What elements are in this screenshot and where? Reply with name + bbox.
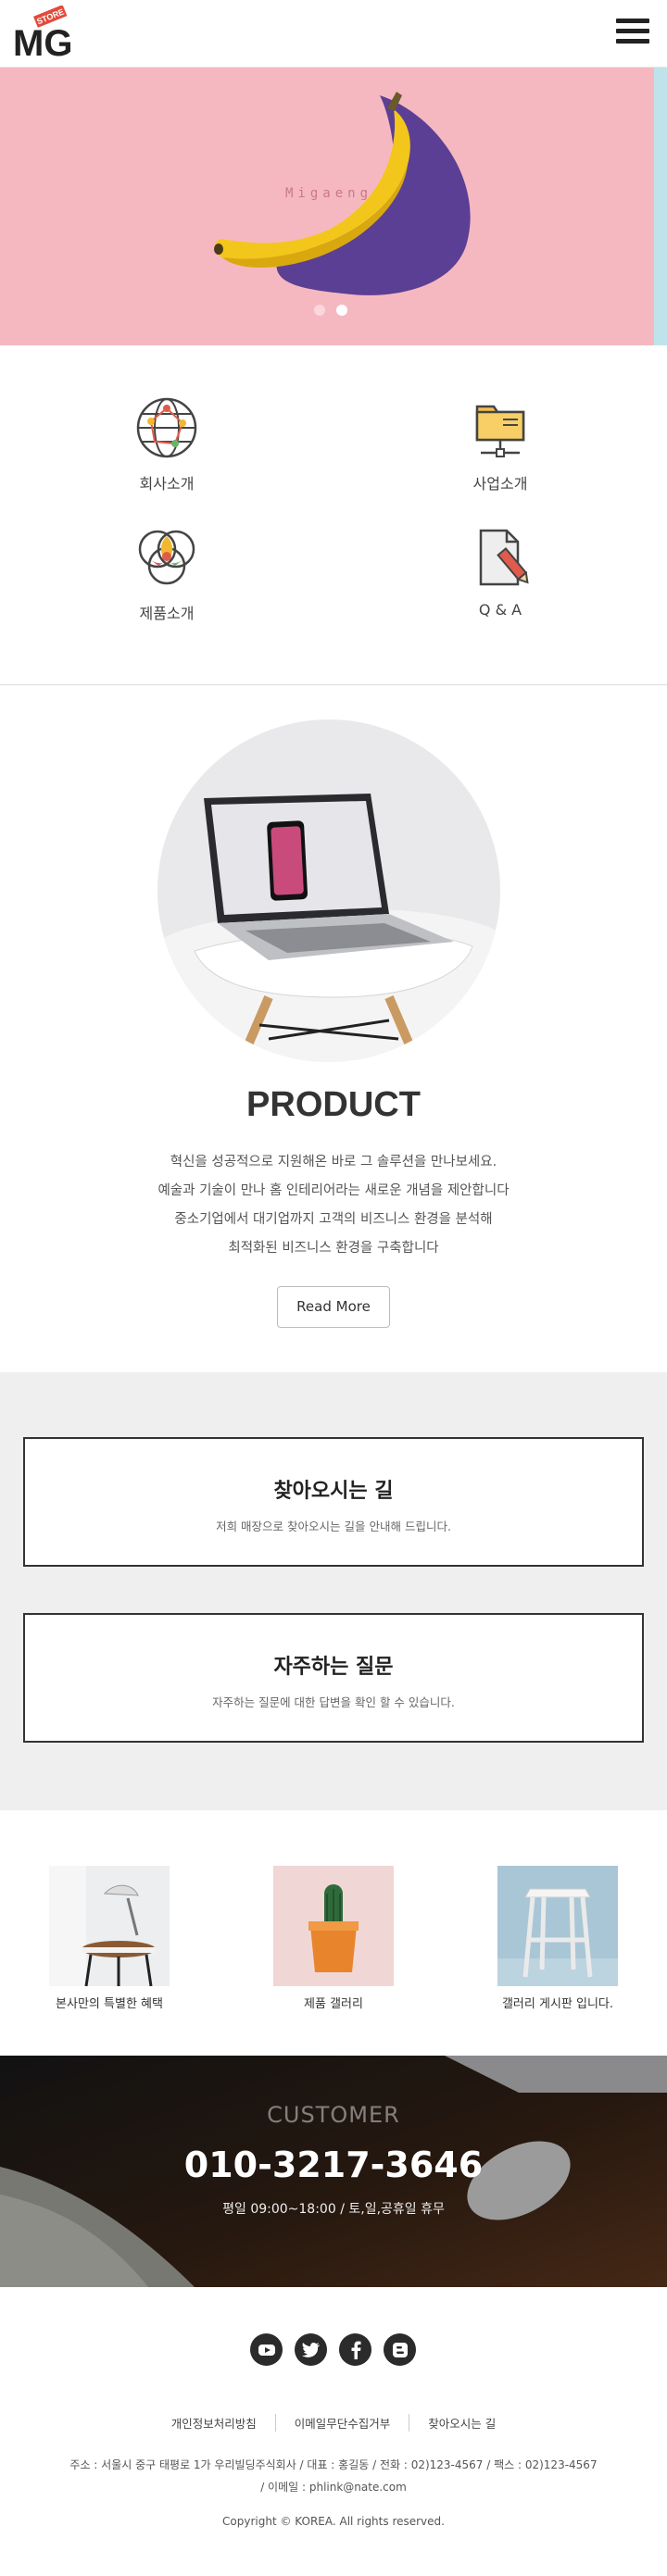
gallery-label: 본사만의 특별한 혜택 (56, 1997, 163, 2011)
customer-label: CUSTOMER (267, 2102, 400, 2128)
privacy-policy-link[interactable]: 개인정보처리방침 (153, 2414, 275, 2432)
address-line: 주소 : 서울시 중구 태평로 1가 우리빌딩주식회사 / 대표 : 홍길동 /… (69, 2458, 598, 2471)
site-footer: 개인정보처리방침 이메일무단수집거부 찾아오시는 길 주소 : 서울시 중구 태… (0, 2287, 667, 2576)
box-subtitle: 자주하는 질문에 대한 답변을 확인 할 수 있습니다. (212, 1695, 455, 1709)
venn-diagram-icon (138, 530, 195, 585)
quick-item-label: 회사소개 (139, 475, 195, 493)
folder-network-icon (475, 405, 525, 457)
hero-slider: Migaeng (0, 68, 667, 345)
gallery-thumb-cactus (273, 1866, 394, 1986)
gallery-item-products[interactable]: 제품 갤러리 (259, 1866, 408, 2011)
product-section: PRODUCT 혁신을 성공적으로 지원해온 바로 그 솔루션을 만나보세요. … (0, 685, 667, 1372)
gallery-thumb-lamp (49, 1866, 170, 1986)
gallery-section: 본사만의 특별한 혜택 제품 갤러리 갤러리 게시판 입니다. (0, 1810, 667, 2056)
footer-address: 주소 : 서울시 중구 태평로 1가 우리빌딩주식회사 / 대표 : 홍길동 /… (0, 2454, 667, 2498)
directions-link[interactable]: 찾아오시는 길 (409, 2414, 514, 2432)
email-line: / 이메일 : phlink@nate.com (260, 2481, 407, 2494)
box-title: 자주하는 질문 (273, 1656, 394, 1679)
footer-links: 개인정보처리방침 이메일무단수집거부 찾아오시는 길 (0, 2414, 667, 2432)
product-line: 중소기업에서 대기업까지 고객의 비즈니스 환경을 분석해 (174, 1212, 493, 1227)
facebook-icon[interactable] (339, 2333, 371, 2366)
menu-button[interactable] (616, 19, 649, 46)
quick-item-label: 사업소개 (472, 475, 528, 493)
box-subtitle: 저희 매장으로 찾아오시는 길을 안내해 드립니다. (216, 1519, 451, 1533)
product-title: PRODUCT (246, 1085, 421, 1124)
customer-banner: CUSTOMER 010-3217-3646 평일 09:00~18:00 / … (0, 2056, 667, 2287)
quick-item-label: Q & A (478, 601, 522, 619)
twitter-icon[interactable] (295, 2333, 327, 2366)
quick-menu: 회사소개 사업소개 제품소개 Q & A (0, 345, 667, 685)
document-pencil-icon (479, 529, 529, 586)
slider-dot-active[interactable] (336, 305, 347, 316)
blogger-icon[interactable] (384, 2333, 416, 2366)
directions-box[interactable]: 찾아오시는 길 저희 매장으로 찾아오시는 길을 안내해 드립니다. (23, 1437, 644, 1567)
globe-icon (136, 397, 197, 458)
banana-illustration (214, 92, 471, 295)
product-description: 혁신을 성공적으로 지원해온 바로 그 솔루션을 만나보세요. 예술과 기술이 … (0, 1148, 667, 1263)
social-links (250, 2333, 416, 2366)
product-line: 최적화된 비즈니스 환경을 구축합니다 (228, 1241, 439, 1256)
quick-item-company[interactable]: 회사소개 (83, 395, 250, 494)
product-image (157, 719, 500, 1062)
quick-item-business[interactable]: 사업소개 (417, 395, 584, 494)
box-title: 찾아오시는 길 (273, 1480, 394, 1503)
logo[interactable]: STORE MG (11, 5, 72, 64)
hamburger-icon (616, 19, 649, 23)
gallery-thumb-stool (497, 1866, 618, 1986)
email-refusal-link[interactable]: 이메일무단수집거부 (274, 2414, 409, 2432)
quick-item-label: 제품소개 (139, 605, 195, 622)
info-section: 찾아오시는 길 저희 매장으로 찾아오시는 길을 안내해 드립니다. 자주하는 … (0, 1372, 667, 1810)
slider-dots (314, 305, 347, 316)
read-more-button[interactable]: Read More (277, 1286, 390, 1328)
gallery-label: 갤러리 게시판 입니다. (501, 1997, 614, 2011)
copyright: Copyright © KOREA. All rights reserved. (222, 2515, 445, 2528)
logo-text: MG (13, 23, 70, 59)
quick-item-qna[interactable]: Q & A (417, 525, 584, 619)
customer-hours: 평일 09:00~18:00 / 토,일,공휴일 휴무 (222, 2202, 445, 2217)
slider-dot[interactable] (314, 305, 325, 316)
customer-phone[interactable]: 010-3217-3646 (0, 2145, 667, 2185)
gallery-item-benefits[interactable]: 본사만의 특별한 혜택 (35, 1866, 183, 2011)
youtube-icon[interactable] (250, 2333, 283, 2366)
gallery-label: 제품 갤러리 (304, 1997, 363, 2011)
product-line: 혁신을 성공적으로 지원해온 바로 그 솔루션을 만나보세요. (170, 1155, 497, 1169)
gallery-item-board[interactable]: 갤러리 게시판 입니다. (484, 1866, 632, 2011)
faq-box[interactable]: 자주하는 질문 자주하는 질문에 대한 답변을 확인 할 수 있습니다. (23, 1613, 644, 1743)
quick-item-products[interactable]: 제품소개 (83, 525, 250, 623)
product-line: 예술과 기술이 만나 홈 인테리어라는 새로운 개념을 제안합니다 (157, 1183, 510, 1198)
site-header: STORE MG (0, 0, 667, 68)
